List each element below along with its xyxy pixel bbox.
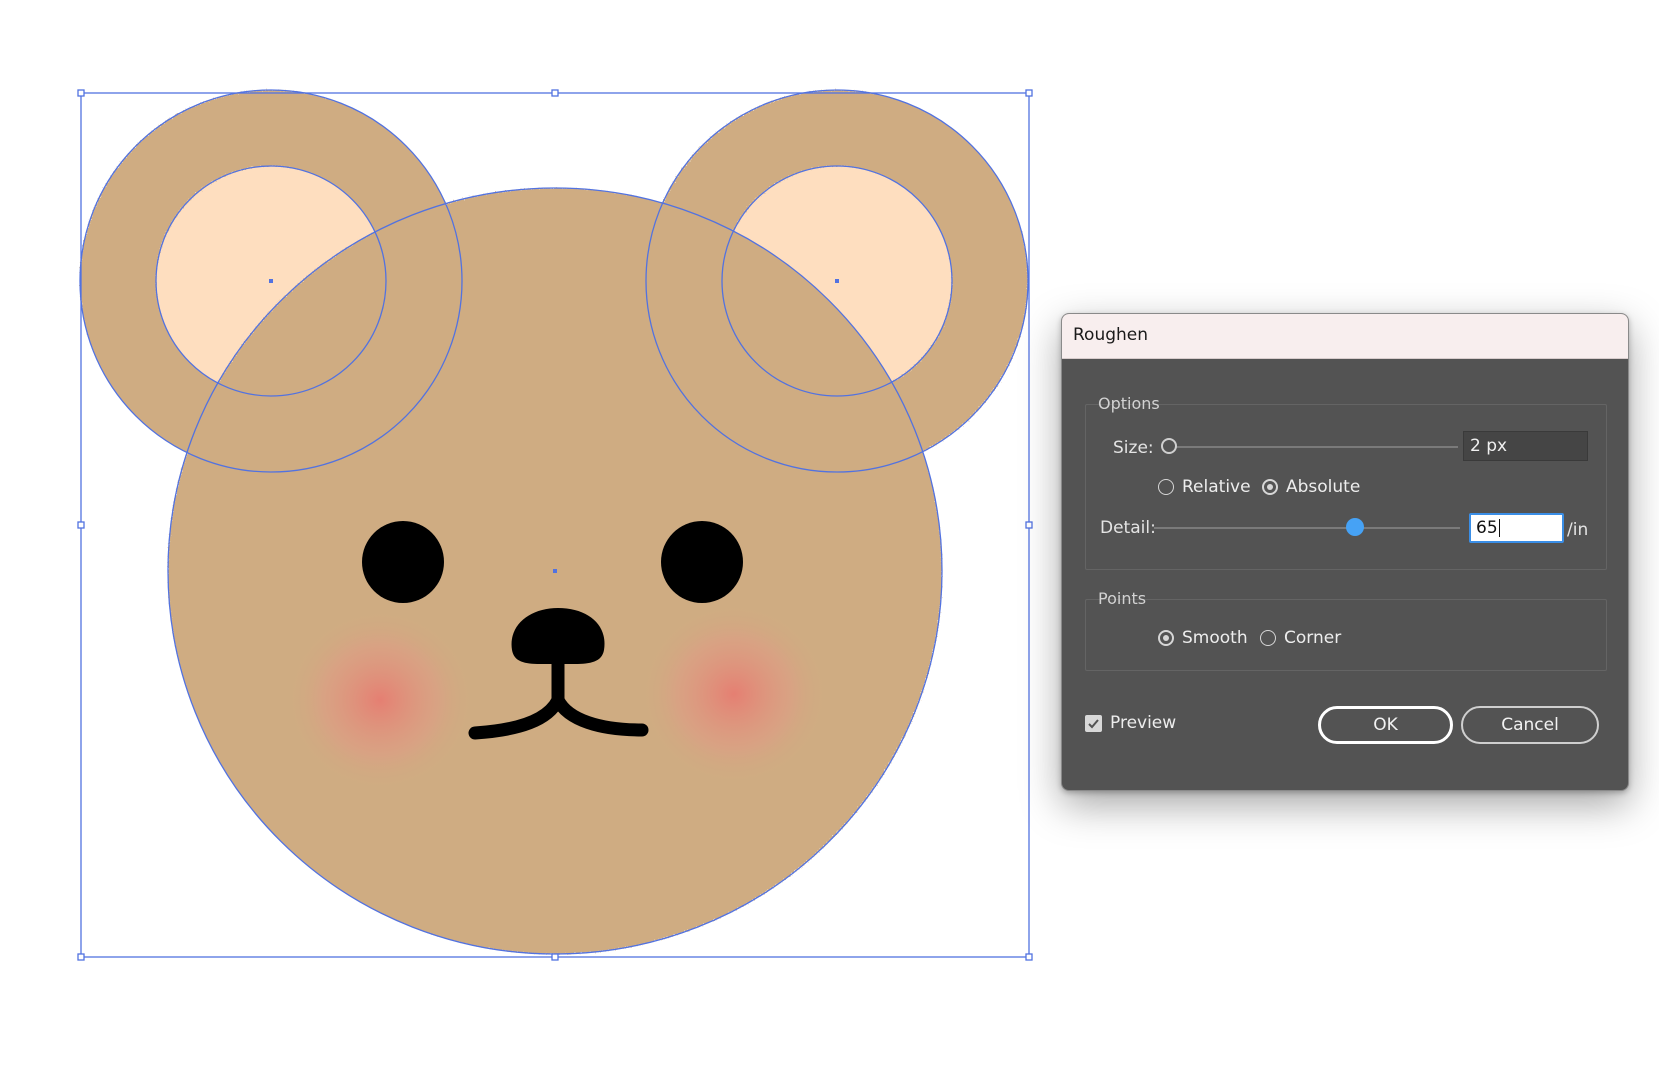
handle-bottom-center[interactable] (551, 953, 559, 961)
handle-top-left[interactable] (77, 89, 85, 97)
left-cheek-blush (285, 608, 475, 792)
handle-top-center[interactable] (551, 89, 559, 97)
text-caret (1498, 519, 1500, 537)
right-cheek-blush (639, 602, 829, 786)
right-eye (661, 521, 743, 603)
detail-input[interactable]: 65 (1469, 513, 1564, 543)
handle-top-right[interactable] (1025, 89, 1033, 97)
checkmark-icon (1088, 719, 1099, 729)
size-slider-track[interactable] (1168, 446, 1458, 448)
corner-radio-label[interactable]: Corner (1284, 628, 1341, 648)
detail-unit-label: /in (1567, 520, 1589, 540)
handle-bottom-left[interactable] (77, 953, 85, 961)
preview-checkbox[interactable] (1085, 715, 1102, 732)
size-input[interactable]: 2 px (1463, 431, 1588, 461)
size-slider-handle[interactable] (1161, 438, 1177, 454)
bear-illustration (80, 90, 1028, 954)
relative-radio-label[interactable]: Relative (1182, 477, 1251, 497)
left-eye (362, 521, 444, 603)
handle-middle-left[interactable] (77, 521, 85, 529)
smooth-radio-label[interactable]: Smooth (1182, 628, 1248, 648)
handle-bottom-right[interactable] (1025, 953, 1033, 961)
detail-slider-track[interactable] (1154, 527, 1460, 529)
points-group-label: Points (1098, 589, 1147, 608)
smooth-radio[interactable] (1158, 630, 1174, 646)
handle-middle-right[interactable] (1025, 521, 1033, 529)
relative-radio[interactable] (1158, 479, 1174, 495)
preview-label[interactable]: Preview (1110, 713, 1176, 733)
detail-label: Detail: (1100, 518, 1156, 538)
corner-radio[interactable] (1260, 630, 1276, 646)
cancel-button[interactable]: Cancel (1461, 706, 1599, 744)
ok-button[interactable]: OK (1318, 706, 1453, 744)
absolute-radio[interactable] (1262, 479, 1278, 495)
detail-slider-handle[interactable] (1346, 518, 1364, 536)
roughen-dialog: Roughen Options Size: 2 px Relative Abso… (1061, 313, 1629, 791)
options-group-label: Options (1098, 394, 1160, 413)
artboard-canvas[interactable] (0, 0, 1040, 1000)
dialog-title: Roughen (1073, 325, 1149, 345)
absolute-radio-label[interactable]: Absolute (1286, 477, 1360, 497)
dialog-titlebar[interactable]: Roughen (1062, 314, 1628, 359)
size-label: Size: (1113, 438, 1154, 458)
